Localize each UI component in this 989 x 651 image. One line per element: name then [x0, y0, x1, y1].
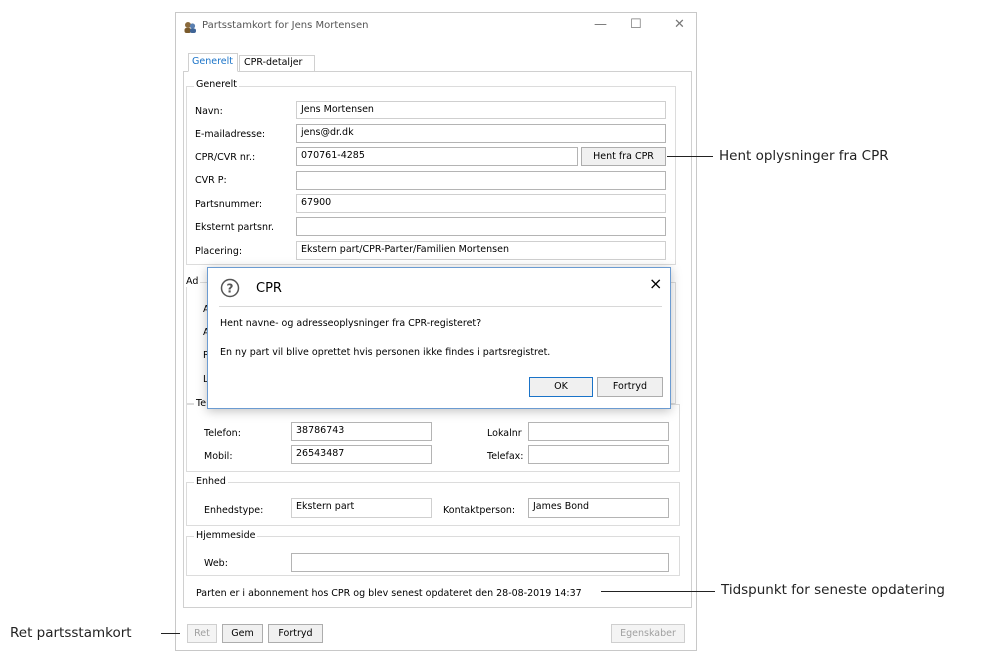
telefon-field[interactable]: 38786743 — [291, 422, 432, 441]
dialog-title: CPR — [256, 281, 282, 296]
address-group-title: Ad — [184, 276, 201, 287]
tab-generelt-label: Generelt — [192, 56, 233, 67]
close-button[interactable]: ✕ — [674, 17, 685, 32]
fortryd-button[interactable]: Fortryd — [268, 624, 323, 643]
general-group-title: Generelt — [194, 79, 239, 90]
dialog-close-button[interactable]: × — [649, 274, 662, 293]
cpr-label: CPR/CVR nr.: — [195, 152, 256, 163]
mobil-label: Mobil: — [204, 451, 233, 462]
telefax-label: Telefax: — [487, 451, 524, 462]
kontaktperson-label: Kontaktperson: — [443, 505, 516, 516]
cvrp-label: CVR P: — [195, 175, 227, 186]
annotation-hent: Hent oplysninger fra CPR — [719, 148, 889, 164]
status-text: Parten er i abonnement hos CPR og blev s… — [196, 588, 582, 599]
lokalnr-field[interactable] — [528, 422, 669, 441]
cpr-field[interactable]: 070761-4285 — [296, 147, 578, 166]
enhedstype-label: Enhedstype: — [204, 505, 264, 516]
cvrp-field[interactable] — [296, 171, 666, 190]
svg-text:?: ? — [227, 282, 234, 296]
hjemmeside-group-title: Hjemmeside — [194, 530, 258, 541]
web-field[interactable] — [291, 553, 669, 572]
kontaktperson-field[interactable]: James Bond — [528, 498, 669, 518]
annotation-tidspunkt: Tidspunkt for seneste opdatering — [721, 582, 945, 598]
minimize-button[interactable]: — — [594, 17, 607, 32]
telefax-field[interactable] — [528, 445, 669, 464]
navn-label: Navn: — [195, 106, 223, 117]
partsnummer-label: Partsnummer: — [195, 199, 263, 210]
window-title: Partsstamkort for Jens Mortensen — [202, 20, 369, 31]
eksternt-partsnr-label: Eksternt partsnr. — [195, 222, 275, 233]
annotation-line-tidspunkt — [601, 591, 715, 592]
mobil-field[interactable]: 26543487 — [291, 445, 432, 464]
email-label: E-mailadresse: — [195, 129, 266, 140]
web-label: Web: — [204, 558, 228, 569]
egenskaber-button[interactable]: Egenskaber — [611, 624, 685, 643]
app-icon — [183, 19, 197, 33]
partsnummer-field[interactable]: 67900 — [296, 194, 666, 213]
hent-fra-cpr-button[interactable]: Hent fra CPR — [581, 147, 666, 166]
gem-button[interactable]: Gem — [222, 624, 263, 643]
dialog-message-2: En ny part vil blive oprettet hvis perso… — [220, 347, 551, 358]
enhed-group-title: Enhed — [194, 476, 228, 487]
maximize-button[interactable]: ☐ — [630, 17, 642, 32]
ret-button[interactable]: Ret — [187, 624, 217, 643]
placering-field[interactable]: Ekstern part/CPR-Parter/Familien Mortens… — [296, 241, 666, 260]
enhedstype-field[interactable]: Ekstern part — [291, 498, 432, 518]
question-icon: ? — [220, 278, 240, 298]
email-field[interactable]: jens@dr.dk — [296, 124, 666, 143]
navn-field[interactable]: Jens Mortensen — [296, 101, 666, 119]
dialog-cancel-button[interactable]: Fortryd — [597, 377, 663, 397]
annotation-line-hent — [667, 156, 713, 157]
placering-label: Placering: — [195, 246, 243, 257]
dialog-ok-button[interactable]: OK — [529, 377, 593, 397]
tab-cpr-detaljer-label: CPR-detaljer — [244, 57, 303, 68]
annotation-line-ret — [161, 633, 180, 634]
telefon-label: Telefon: — [204, 428, 241, 439]
dialog-divider — [219, 306, 662, 307]
annotation-ret: Ret partsstamkort — [10, 625, 132, 641]
phone-group-title: Te — [194, 398, 209, 409]
eksternt-partsnr-field[interactable] — [296, 217, 666, 236]
dialog-message-1: Hent navne- og adresseoplysninger fra CP… — [220, 318, 482, 329]
lokalnr-label: Lokalnr — [487, 428, 522, 439]
